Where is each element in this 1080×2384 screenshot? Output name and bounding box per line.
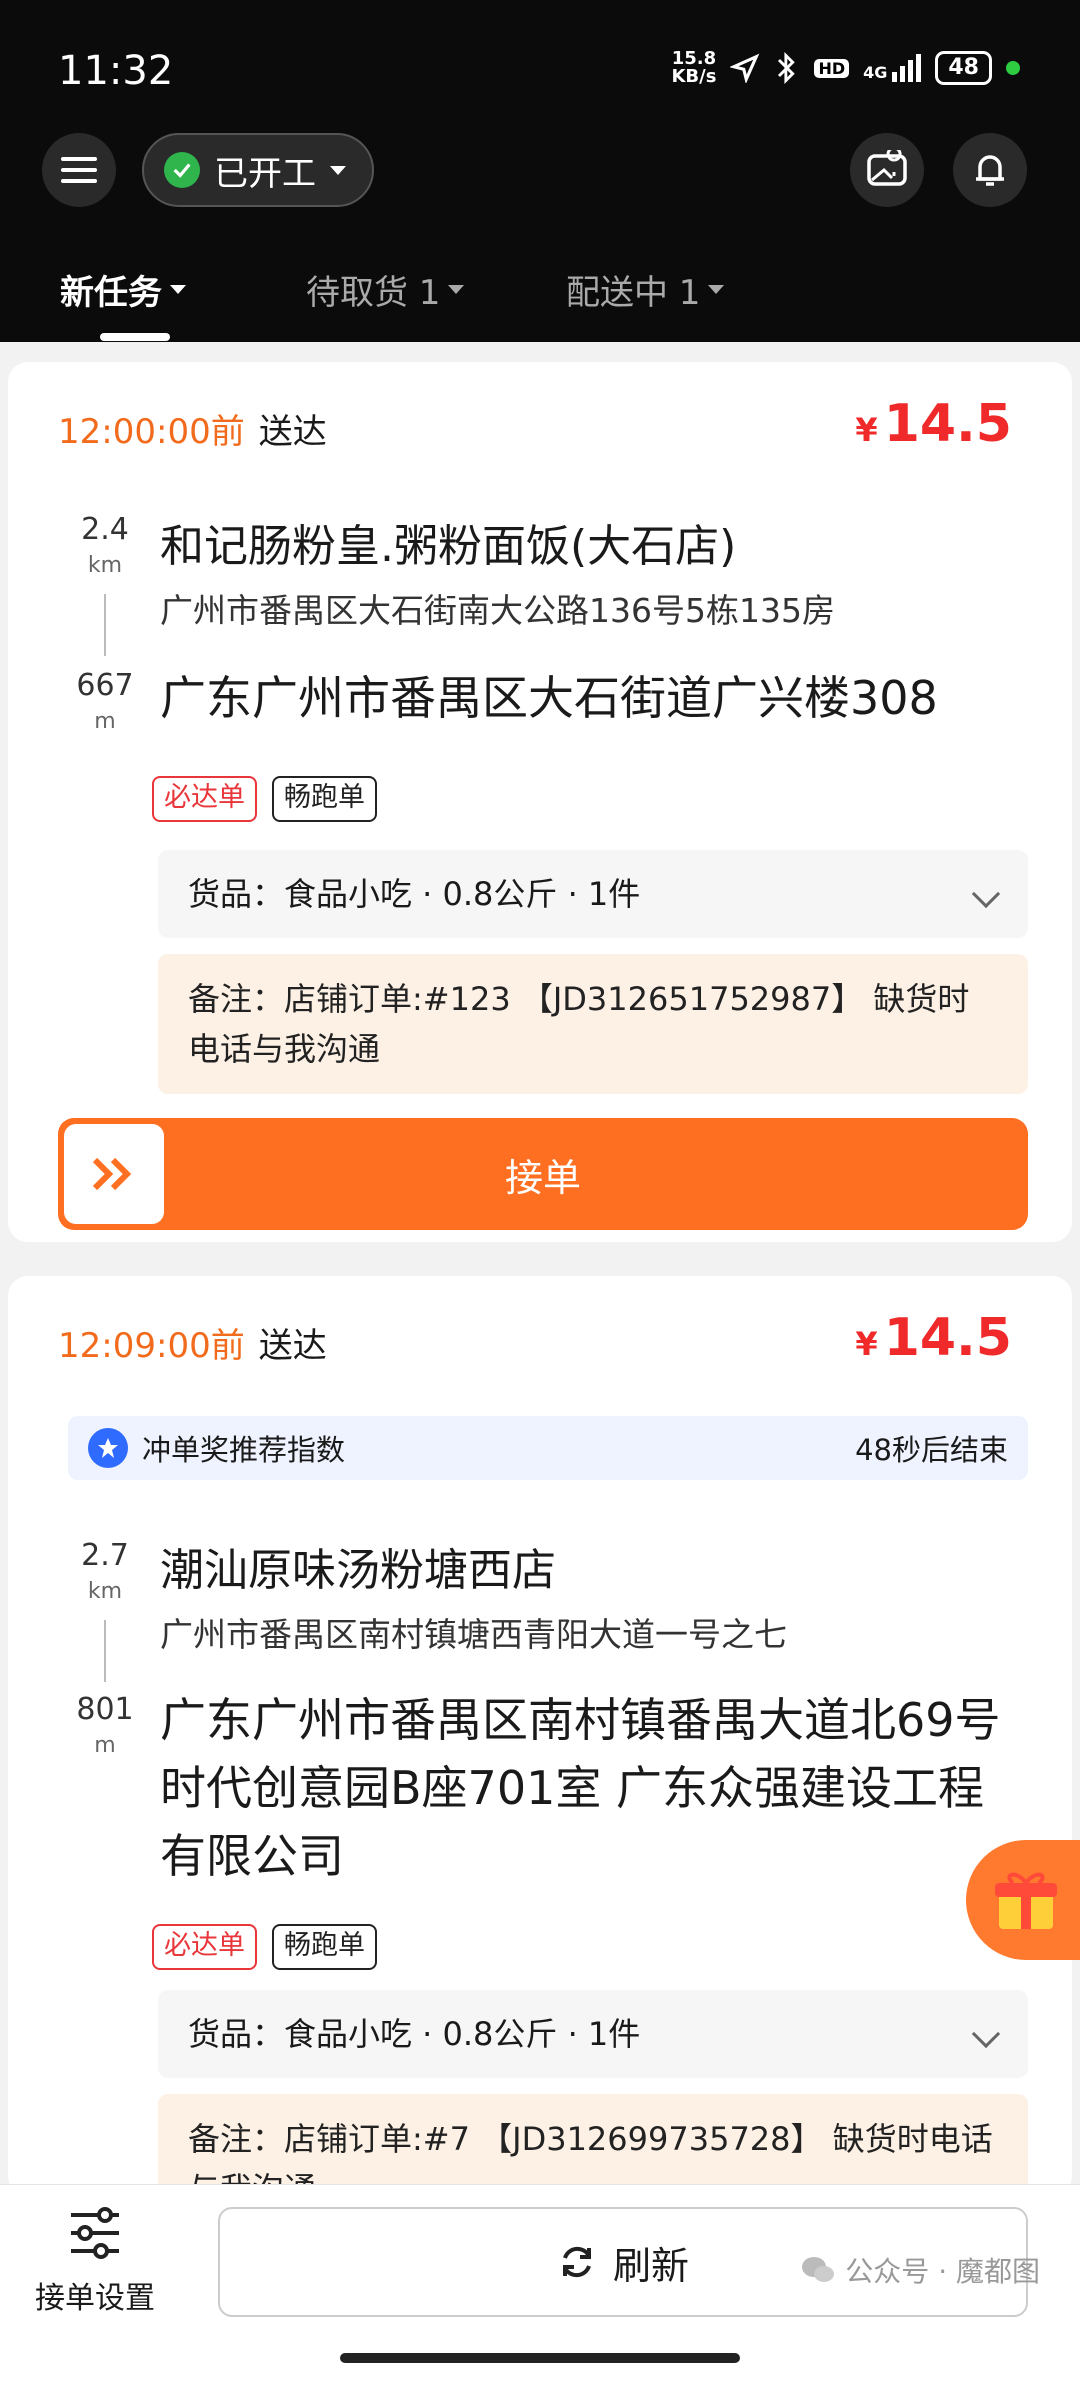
tag-must-deliver: 必达单 <box>152 776 257 822</box>
goods-info[interactable]: 货品：食品小吃 · 0.8公斤 · 1件 <box>158 1990 1028 2078</box>
map-button[interactable] <box>850 133 924 207</box>
sliders-icon <box>71 2207 119 2259</box>
chevron-down-icon <box>971 2019 1001 2049</box>
order-settings-label: 接单设置 <box>35 2281 155 2316</box>
delivery-address: 广东广州市番禺区南村镇番禺大道北69号时代创意园B座701室 广东众强建设工程有… <box>160 1693 1001 1883</box>
bell-icon <box>976 155 1004 186</box>
order-price: ¥ 14.5 <box>855 394 1012 454</box>
chevron-down-icon <box>170 285 186 294</box>
accept-order-button[interactable]: 接单 <box>58 1118 1028 1230</box>
tab-new-tasks[interactable]: 新任务 <box>60 265 186 314</box>
check-icon <box>164 152 200 188</box>
double-chevron-right-icon <box>92 1157 132 1191</box>
shop-address: 广州市番禺区大石街南大公路136号5栋135房 <box>160 591 835 630</box>
route-line <box>104 594 106 656</box>
shop-name: 和记肠粉皇.粥粉面饭(大石店) <box>160 521 737 572</box>
order-remark: 备注：店铺订单:#123 【JD312651752987】 缺货时电话与我沟通 <box>158 954 1028 1094</box>
chevron-down-icon <box>448 285 465 294</box>
home-indicator[interactable] <box>340 2353 740 2363</box>
goods-info[interactable]: 货品：食品小吃 · 0.8公斤 · 1件 <box>158 850 1028 938</box>
slide-handle[interactable] <box>64 1124 164 1224</box>
order-price: ¥ 14.5 <box>855 1308 1012 1368</box>
delivery-address: 广东广州市番禺区大石街道广兴楼308 <box>160 671 938 725</box>
route-line <box>104 1620 106 1682</box>
task-tabs: 新任务 待取货 1 配送中 1 <box>0 255 1080 341</box>
wechat-icon <box>802 2257 835 2282</box>
status-bar: 11:32 15.8 KB/s HD 4G 48 <box>0 0 1080 130</box>
work-status-toggle[interactable]: 已开工 <box>142 133 374 207</box>
chevron-down-icon <box>330 165 346 175</box>
tag-smooth-run: 畅跑单 <box>272 1924 377 1970</box>
tag-must-deliver: 必达单 <box>152 1924 257 1970</box>
active-tab-indicator <box>100 333 170 341</box>
pickup-distance: 2.4 km <box>81 512 129 578</box>
location-icon <box>730 53 760 83</box>
bonus-star-icon <box>88 1428 128 1468</box>
delivery-distance: 801 m <box>76 1692 134 1758</box>
notification-button[interactable] <box>953 133 1027 207</box>
rush-bonus-banner: 冲单奖推荐指数 48秒后结束 <box>68 1416 1028 1480</box>
tag-smooth-run: 畅跑单 <box>272 776 377 822</box>
chevron-down-icon <box>708 285 725 294</box>
watermark: 公众号 · 魔都图 <box>801 2250 1040 2290</box>
privacy-dot <box>1006 61 1020 75</box>
delivery-deadline: 12:09:00前 送达 <box>58 1326 327 1366</box>
refresh-icon <box>562 2246 591 2278</box>
gift-button[interactable] <box>966 1840 1080 1960</box>
shop-name: 潮汕原味汤粉塘西店 <box>160 1545 556 1596</box>
gift-icon <box>995 1872 1057 1929</box>
battery-indicator: 48 <box>935 51 992 85</box>
bluetooth-icon <box>778 52 796 84</box>
menu-icon <box>61 157 97 183</box>
delivery-deadline: 12:00:00前 送达 <box>58 412 327 452</box>
tab-delivering[interactable]: 配送中 1 <box>566 265 725 314</box>
menu-button[interactable] <box>42 133 116 207</box>
shop-address: 广州市番禺区南村镇塘西青阳大道一号之七 <box>160 1615 787 1654</box>
status-icons: 15.8 KB/s HD 4G 48 <box>671 50 1020 86</box>
pickup-distance: 2.7 km <box>81 1538 129 1604</box>
order-card[interactable]: 12:00:00前 送达 ¥ 14.5 2.4 km 667 m 和记肠粉皇.粥… <box>8 362 1072 1242</box>
work-status-label: 已开工 <box>214 153 316 194</box>
order-card[interactable]: 12:09:00前 送达 ¥ 14.5 冲单奖推荐指数 48秒后结束 2.7 k… <box>8 1276 1072 2196</box>
signal-icon: 4G <box>863 54 922 82</box>
clock: 11:32 <box>58 48 174 94</box>
net-speed: 15.8 KB/s <box>671 48 717 87</box>
map-icon <box>867 150 907 186</box>
chevron-down-icon <box>971 879 1001 909</box>
delivery-distance: 667 m <box>76 668 134 734</box>
order-remark: 备注：店铺订单:#7 【JD312699735728】 缺货时电话与我沟通 <box>158 2094 1028 2194</box>
hd-icon: HD <box>814 58 850 78</box>
tab-to-pickup[interactable]: 待取货 1 <box>306 265 465 314</box>
order-settings-button[interactable]: 接单设置 <box>30 2207 160 2317</box>
top-bar: 11:32 15.8 KB/s HD 4G 48 已开工 新任务 待取货 1 配… <box>0 0 1080 342</box>
